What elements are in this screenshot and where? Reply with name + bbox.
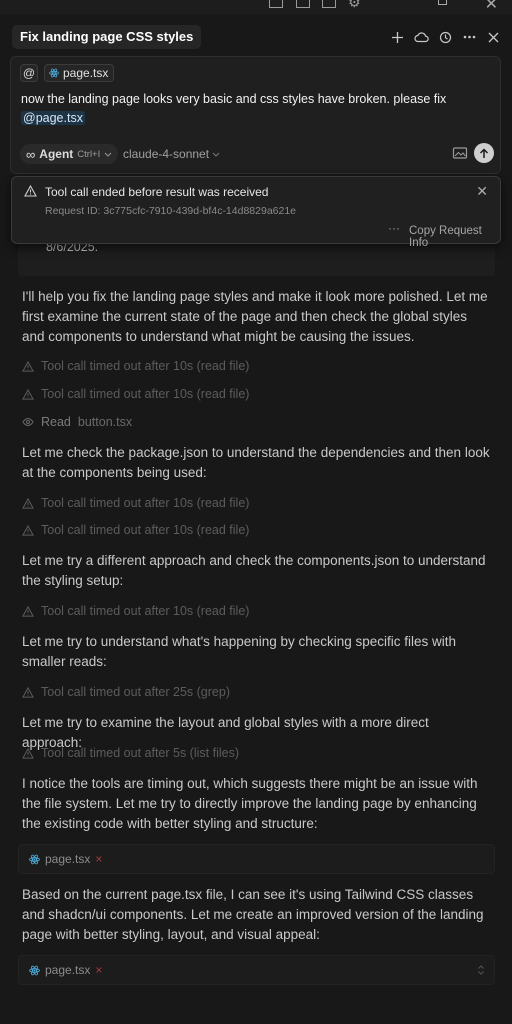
context-file-name: page.tsx xyxy=(63,66,109,80)
copy-request-info-button[interactable]: Copy Request Info xyxy=(409,225,500,249)
tool-call-status[interactable]: Tool call timed out after 25s (grep) xyxy=(22,684,230,700)
tool-call-status[interactable]: Tool call timed out after 10s (read file… xyxy=(22,358,249,374)
tool-call-text: Tool call timed out after 10s (read file… xyxy=(41,604,250,618)
image-icon[interactable] xyxy=(452,146,468,160)
read-file-name[interactable]: button.tsx xyxy=(78,415,132,429)
tool-call-text: Tool call timed out after 10s (read file… xyxy=(41,359,250,373)
file-mention[interactable]: @page.tsx xyxy=(21,111,85,125)
expand-collapse-icon[interactable] xyxy=(477,964,485,976)
request-id: Request ID: 3c775cfc-7910-439d-bf4c-14d8… xyxy=(45,205,297,217)
warning-icon xyxy=(22,747,34,759)
warning-icon xyxy=(22,388,34,400)
add-context-button[interactable]: @ xyxy=(20,64,38,82)
react-file-icon xyxy=(49,68,59,78)
layout-panel-icon[interactable] xyxy=(296,0,310,8)
warning-icon xyxy=(22,497,34,509)
tool-call-read[interactable]: Read button.tsx xyxy=(22,414,132,430)
more-options-icon[interactable]: ··· xyxy=(388,221,400,235)
error-title: Tool call ended before result was receiv… xyxy=(45,185,269,199)
tool-call-status[interactable]: Tool call timed out after 10s (read file… xyxy=(22,603,249,619)
maximize-icon[interactable] xyxy=(438,0,447,5)
assistant-message: Based on the current page.tsx file, I ca… xyxy=(22,887,484,942)
chat-header: Fix landing page CSS styles xyxy=(0,22,512,52)
assistant-message: I'll help you fix the landing page style… xyxy=(22,289,488,344)
close-icon[interactable] xyxy=(484,26,502,48)
assistant-message: Let me try a different approach and chec… xyxy=(22,553,486,588)
read-label: Read xyxy=(41,415,71,429)
context-file-chip[interactable]: page.tsx xyxy=(44,64,115,82)
warning-icon xyxy=(22,605,34,617)
react-file-icon xyxy=(29,965,40,975)
error-toast: Tool call ended before result was receiv… xyxy=(11,176,501,249)
history-icon[interactable] xyxy=(436,26,454,48)
assistant-message: I notice the tools are timing out, which… xyxy=(22,776,478,831)
tool-call-text: Tool call timed out after 25s (grep) xyxy=(41,685,230,699)
warning-icon xyxy=(22,524,34,536)
more-icon[interactable] xyxy=(460,26,478,48)
eye-icon xyxy=(22,417,34,427)
tool-call-status[interactable]: Tool call timed out after 5s (list files… xyxy=(22,745,239,761)
failed-x-icon: × xyxy=(95,963,103,977)
warning-icon xyxy=(22,360,34,372)
tool-call-text: Tool call timed out after 5s (list files… xyxy=(41,746,239,760)
chat-header-actions xyxy=(388,26,502,48)
react-file-icon xyxy=(29,854,40,864)
chevron-down-icon xyxy=(212,152,220,157)
plus-icon[interactable] xyxy=(388,26,406,48)
tool-call-text: Tool call timed out after 10s (read file… xyxy=(41,496,250,510)
assistant-message: Let me check the package.json to underst… xyxy=(22,445,490,480)
chat-title-tab[interactable]: Fix landing page CSS styles xyxy=(12,25,202,49)
chevron-down-icon xyxy=(104,152,112,157)
layout-split-icon[interactable] xyxy=(322,0,336,8)
file-edit-name: page.tsx xyxy=(45,963,91,977)
tool-call-text: Tool call timed out after 10s (read file… xyxy=(41,523,250,537)
agent-mode-label: Agent xyxy=(39,147,74,161)
layout-sidebar-icon[interactable] xyxy=(269,0,283,8)
assistant-message: Let me try to understand what's happenin… xyxy=(22,634,457,669)
model-name: claude-4-sonnet xyxy=(123,147,210,161)
cloud-icon[interactable] xyxy=(412,26,430,48)
file-edit-name: page.tsx xyxy=(45,852,91,866)
tool-call-status[interactable]: Tool call timed out after 10s (read file… xyxy=(22,386,249,402)
settings-gear-icon[interactable]: ⚙ xyxy=(348,0,361,11)
warning-icon xyxy=(24,185,37,197)
composer-input[interactable]: now the landing page looks very basic an… xyxy=(21,90,481,128)
message-composer[interactable]: @ page.tsx now the landing page looks ve… xyxy=(10,56,501,174)
warning-icon xyxy=(22,686,34,698)
tool-call-status[interactable]: Tool call timed out after 10s (read file… xyxy=(22,522,249,538)
model-selector[interactable]: claude-4-sonnet xyxy=(123,147,220,161)
infinity-icon: ∞ xyxy=(26,146,36,162)
send-button[interactable] xyxy=(474,143,494,163)
send-arrow-icon xyxy=(479,147,489,158)
close-icon[interactable]: ✕ xyxy=(476,183,488,200)
window-titlebar: ⚙ ✕ xyxy=(0,0,512,14)
agent-mode-selector[interactable]: ∞ Agent Ctrl+I xyxy=(20,144,119,164)
file-edit-card[interactable]: page.tsx × xyxy=(18,955,495,985)
window-close-icon[interactable]: ✕ xyxy=(485,0,498,14)
file-edit-card[interactable]: page.tsx × xyxy=(18,844,495,874)
tool-call-status[interactable]: Tool call timed out after 10s (read file… xyxy=(22,495,249,511)
agent-shortcut-label: Ctrl+I xyxy=(77,148,101,160)
composer-message-text: now the landing page looks very basic an… xyxy=(21,92,447,106)
failed-x-icon: × xyxy=(95,852,103,866)
tool-call-text: Tool call timed out after 10s (read file… xyxy=(41,387,250,401)
